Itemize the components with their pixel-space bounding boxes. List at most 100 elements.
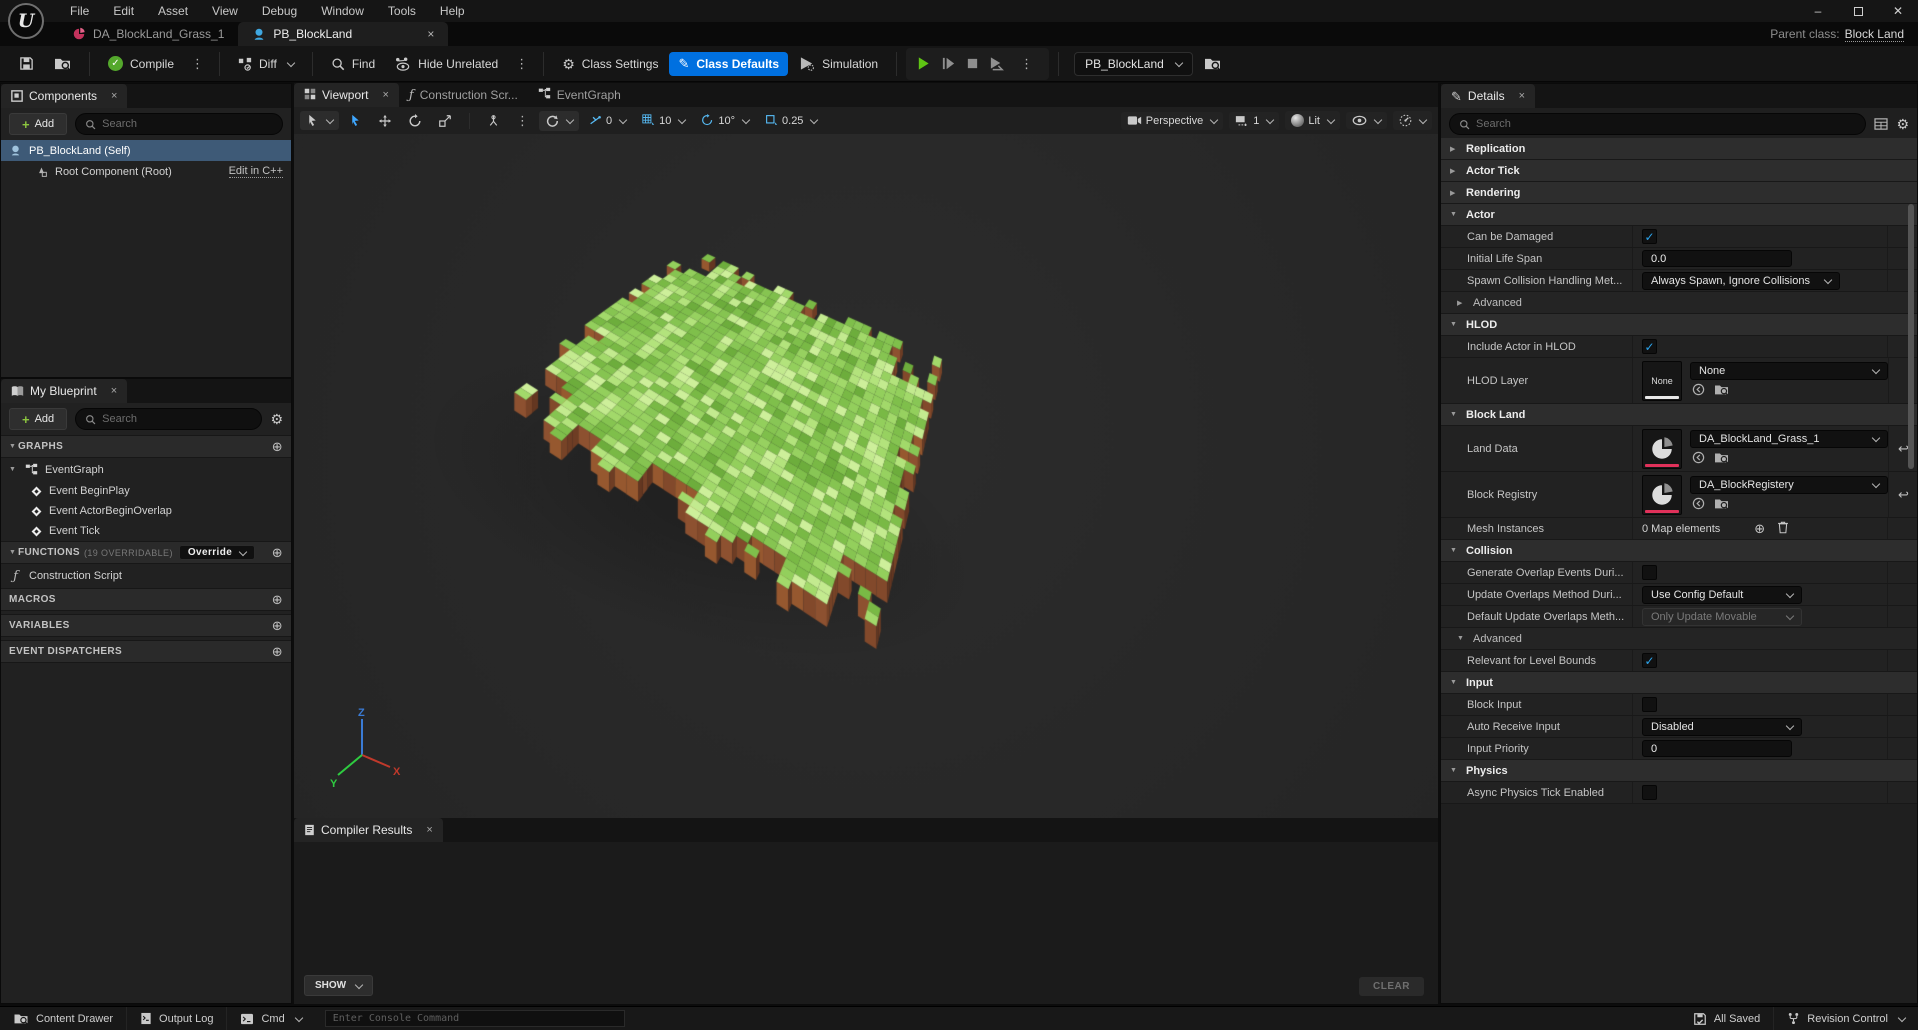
output-log-button[interactable]: Output Log	[127, 1007, 227, 1030]
details-subcategory-advanced[interactable]: ▼Advanced	[1441, 628, 1917, 650]
tab-compiler-results[interactable]: Compiler Results×	[294, 818, 443, 842]
hide-unrelated-button[interactable]: Hide Unrelated	[386, 52, 507, 76]
all-saved-button[interactable]: All Saved	[1680, 1007, 1774, 1030]
select-tool-button[interactable]	[343, 111, 368, 130]
add-component-button[interactable]: +Add	[9, 113, 67, 135]
add-macro-button[interactable]: ⊕	[272, 592, 283, 608]
variables-section-header[interactable]: VARIABLES ⊕	[1, 614, 291, 637]
functions-section-header[interactable]: ▼ FUNCTIONS (19 OVERRIDABLE) Override ⊕	[1, 541, 291, 564]
viewport-3d[interactable]: ⋮ 0 10 10° 0.25 Perspective 1 Lit Z	[294, 107, 1438, 818]
browse-to-asset-icon[interactable]	[1714, 497, 1729, 513]
details-category-hlod[interactable]: ▼HLOD	[1441, 314, 1917, 336]
close-icon[interactable]: ×	[111, 385, 117, 397]
use-selected-asset-icon[interactable]	[1692, 497, 1705, 513]
checkbox-generate-overlap-events-duri[interactable]	[1642, 565, 1657, 580]
details-category-rendering[interactable]: ▶Rendering	[1441, 182, 1917, 204]
possess-button[interactable]	[989, 56, 1004, 71]
save-button[interactable]	[10, 51, 43, 76]
menu-file[interactable]: File	[58, 0, 101, 22]
add-graph-button[interactable]: ⊕	[272, 439, 283, 455]
tab-viewport[interactable]: Viewport×	[294, 83, 399, 107]
screen-percentage-dropdown[interactable]: 1	[1229, 112, 1279, 130]
cmd-dropdown[interactable]: Cmd	[227, 1007, 314, 1030]
rotation-snap-button[interactable]: 10°	[695, 111, 755, 130]
graphs-section-header[interactable]: ▼ GRAPHS ⊕	[1, 435, 291, 458]
surface-snapping-button[interactable]	[481, 111, 506, 130]
show-flags-dropdown[interactable]	[1346, 112, 1387, 129]
class-defaults-button[interactable]: ✎Class Defaults	[669, 52, 788, 76]
content-drawer-button[interactable]: Content Drawer	[0, 1007, 127, 1030]
select-auto-receive-input[interactable]: Disabled	[1642, 718, 1802, 736]
actor-snap-button[interactable]: 0	[583, 111, 632, 130]
minimize-button[interactable]: –	[1798, 0, 1838, 22]
tab-my-blueprint[interactable]: My Blueprint×	[1, 379, 127, 403]
blueprint-settings-gear-icon[interactable]: ⚙	[270, 412, 283, 426]
world-local-space-button[interactable]	[539, 111, 579, 131]
scale-snap-button[interactable]: 0.25	[759, 111, 823, 130]
display-filter-icon[interactable]	[1874, 118, 1888, 130]
use-selected-asset-icon[interactable]	[1692, 383, 1705, 399]
console-command-field[interactable]	[325, 1010, 625, 1027]
hide-unrelated-options-kebab[interactable]: ⋮	[509, 52, 534, 76]
close-icon[interactable]: ×	[382, 89, 388, 101]
event-item-event-actorbeginoverlap[interactable]: Event ActorBeginOverlap	[1, 501, 291, 521]
asset-select-hlod-layer[interactable]: None	[1690, 362, 1888, 380]
macros-section-header[interactable]: MACROS ⊕	[1, 588, 291, 611]
details-scrollbar[interactable]	[1908, 204, 1914, 469]
class-settings-button[interactable]: ⚙Class Settings	[553, 52, 667, 76]
field-input-priority[interactable]: 0	[1642, 740, 1792, 757]
tab-construction-scr[interactable]: ƒConstruction Scr...	[399, 83, 528, 107]
play-button[interactable]	[916, 56, 931, 71]
parent-class-link[interactable]: Block Land	[1845, 27, 1904, 42]
browse-debug-object-button[interactable]	[1195, 51, 1230, 76]
maximize-button[interactable]	[1838, 0, 1878, 22]
asset-select-block-registry[interactable]: DA_BlockRegistery	[1690, 476, 1888, 494]
play-options-kebab[interactable]: ⋮	[1014, 52, 1039, 76]
console-command-input[interactable]	[333, 1013, 617, 1024]
component-item-root[interactable]: Root Component (Root) Edit in C++	[1, 161, 291, 182]
asset-thumbnail[interactable]	[1642, 429, 1682, 469]
asset-tab-pb-blockland[interactable]: PB_BlockLand×	[238, 22, 448, 46]
checkbox-relevant-for-level-bounds[interactable]: ✓	[1642, 653, 1657, 668]
event-graph-item[interactable]: ▼ EventGraph	[1, 458, 291, 481]
details-settings-gear-icon[interactable]: ⚙	[1896, 117, 1909, 131]
menu-edit[interactable]: Edit	[101, 0, 146, 22]
transform-tool-dropdown[interactable]	[300, 111, 339, 130]
my-blueprint-search[interactable]	[75, 408, 262, 430]
field-initial-life-span[interactable]: 0.0	[1642, 250, 1792, 267]
stop-button[interactable]	[966, 57, 979, 70]
clear-map-icon[interactable]	[1777, 521, 1789, 537]
browse-to-asset-button[interactable]	[45, 51, 80, 76]
checkbox-async-physics-tick-enabled[interactable]	[1642, 785, 1657, 800]
checkbox-block-input[interactable]	[1642, 697, 1657, 712]
add-blueprint-item-button[interactable]: +Add	[9, 408, 67, 430]
viewport-canvas[interactable]	[294, 107, 1438, 818]
add-map-element-icon[interactable]: ⊕	[1754, 521, 1765, 537]
clear-button[interactable]: CLEAR	[1359, 977, 1424, 996]
add-variable-button[interactable]: ⊕	[272, 618, 283, 634]
close-button[interactable]: ✕	[1878, 0, 1918, 22]
frame-skip-button[interactable]	[941, 56, 956, 71]
grid-snap-button[interactable]: 10	[636, 111, 691, 130]
menu-asset[interactable]: Asset	[146, 0, 200, 22]
show-filter-dropdown[interactable]: SHOW	[304, 975, 373, 996]
perspective-dropdown[interactable]: Perspective	[1121, 112, 1223, 130]
details-category-actor-tick[interactable]: ▶Actor Tick	[1441, 160, 1917, 182]
diff-button[interactable]: Diff	[229, 52, 303, 76]
select-spawn-collision-handling-met[interactable]: Always Spawn, Ignore Collisions	[1642, 272, 1840, 290]
reset-to-default-button[interactable]: ↩	[1898, 487, 1909, 503]
details-category-actor[interactable]: ▼Actor	[1441, 204, 1917, 226]
close-icon[interactable]: ×	[111, 90, 117, 102]
menu-help[interactable]: Help	[428, 0, 477, 22]
view-performance-dropdown[interactable]	[1393, 111, 1432, 130]
compile-button[interactable]: ✓Compile	[99, 51, 183, 76]
rotate-tool-button[interactable]	[402, 111, 428, 131]
components-search-input[interactable]	[102, 118, 273, 130]
compile-options-kebab[interactable]: ⋮	[185, 52, 210, 76]
menu-view[interactable]: View	[200, 0, 250, 22]
tab-components[interactable]: Components×	[1, 84, 127, 108]
menu-debug[interactable]: Debug	[250, 0, 309, 22]
details-category-replication[interactable]: ▶Replication	[1441, 138, 1917, 160]
tab-details[interactable]: ✎ Details×	[1441, 84, 1535, 108]
checkbox-can-be-damaged[interactable]: ✓	[1642, 229, 1657, 244]
